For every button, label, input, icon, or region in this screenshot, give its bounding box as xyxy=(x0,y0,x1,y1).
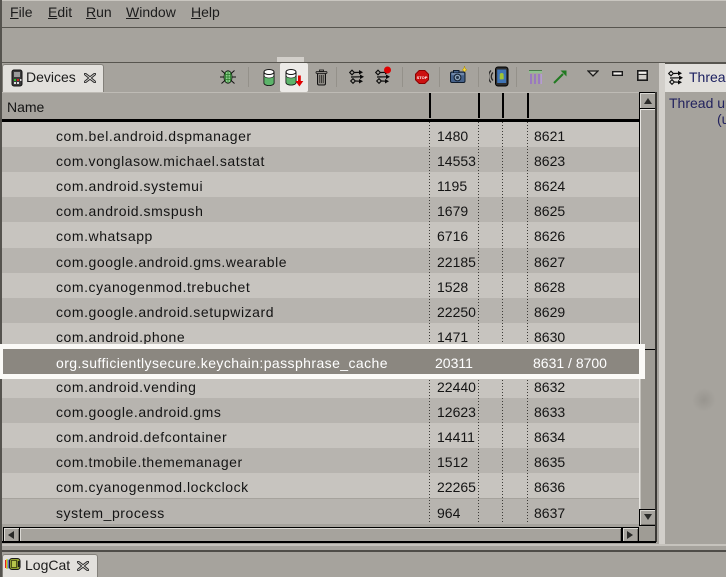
svg-text:STOP: STOP xyxy=(417,75,428,80)
